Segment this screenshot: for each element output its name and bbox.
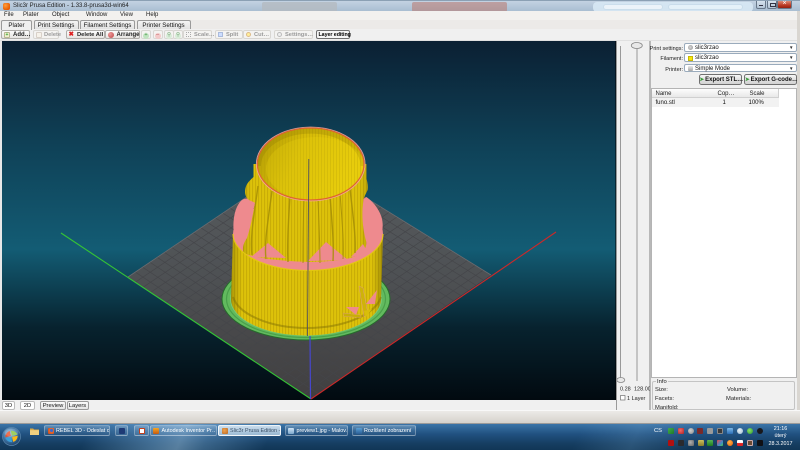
svg-text:128.00: 128.00 [634, 387, 651, 393]
svg-text:0.28: 0.28 [620, 387, 631, 393]
svg-text:1 Layer: 1 Layer [627, 396, 646, 402]
